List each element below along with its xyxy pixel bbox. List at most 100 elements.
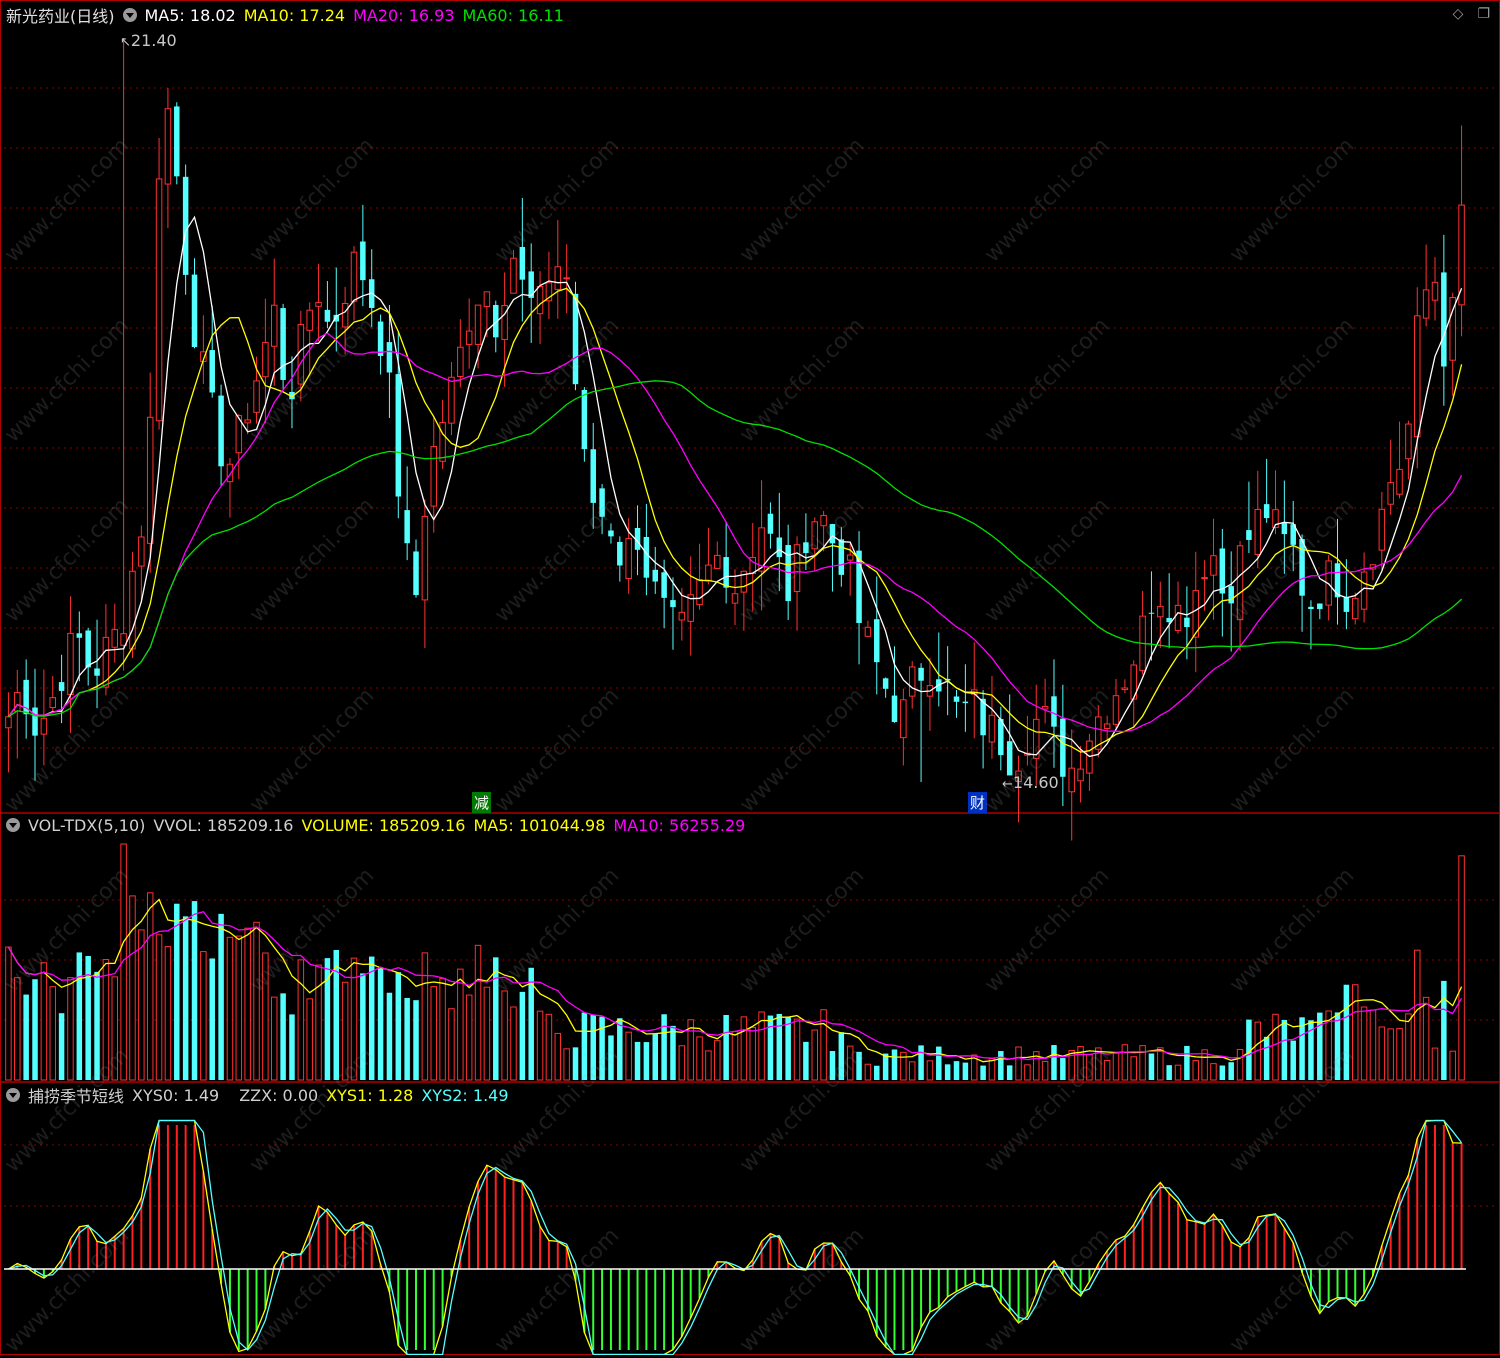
restore-icon[interactable]: ❐ <box>1477 6 1490 22</box>
candle-up <box>430 446 437 507</box>
volume-bar-up <box>563 1048 570 1081</box>
ma20-line <box>7 332 1463 733</box>
xys2-line <box>8 1119 1463 1355</box>
volume-bar-down <box>1060 1058 1066 1080</box>
volume-bar-down <box>643 1042 650 1080</box>
volume-bar-down <box>1334 1012 1341 1080</box>
volume-bar-up <box>1360 1006 1368 1081</box>
candle-down <box>209 350 215 393</box>
candle-up <box>155 178 163 422</box>
candle-up <box>439 422 446 462</box>
candle-up <box>1157 605 1164 618</box>
volume-bar-down <box>1051 1045 1057 1080</box>
volume-bar-down <box>767 1015 774 1080</box>
candle-up <box>1254 509 1262 555</box>
candle-up <box>297 323 305 385</box>
volume-bar-down <box>829 1051 836 1080</box>
volume-bar-down <box>209 958 215 1080</box>
candle-up <box>1174 604 1182 631</box>
low-price-label: ←14.60 <box>1002 773 1059 792</box>
candle-down <box>1246 530 1252 540</box>
candle-down <box>1343 596 1350 612</box>
volume-bar-down <box>1299 1017 1305 1080</box>
candle-up <box>864 626 872 637</box>
event-tag-cai[interactable]: 财 <box>968 792 988 813</box>
ma60-value: MA60: 16.11 <box>462 5 564 25</box>
volume-bar-down <box>94 971 100 1080</box>
volume-bar-down <box>1290 1040 1296 1080</box>
volume-bar-down <box>661 1014 667 1080</box>
candle-up <box>678 611 686 621</box>
candle-up <box>146 416 154 544</box>
volume-bar-up <box>483 986 491 1081</box>
candle-down <box>519 246 526 280</box>
volume-bar-down <box>944 1064 951 1080</box>
indicator-name[interactable]: 捕捞季节短线 <box>28 1083 124 1107</box>
volume-bar-up <box>155 934 163 1081</box>
volume-bar-down <box>289 1014 295 1080</box>
candle-down <box>280 308 286 380</box>
candle-up <box>457 346 464 378</box>
ma10-line <box>7 287 1463 753</box>
candle-up <box>253 380 260 413</box>
candle-down <box>643 536 650 578</box>
volume-bar-up <box>926 1060 934 1081</box>
volume-bar-up <box>510 1006 517 1081</box>
volume-bar-down <box>404 997 410 1080</box>
candle-up <box>67 632 74 696</box>
stock-title[interactable]: 新光药业(日线) <box>6 3 115 27</box>
volume-bar-down <box>280 993 286 1080</box>
volume-bar-up <box>988 1058 996 1081</box>
candle-up <box>846 554 854 561</box>
candle-up <box>1041 705 1049 710</box>
volume-bar-down <box>998 1051 1004 1080</box>
candle-up <box>1236 545 1244 621</box>
candle-down <box>1281 522 1288 535</box>
volume-bar-up <box>1103 1059 1111 1081</box>
volume-bar-up <box>262 952 269 1081</box>
panel-menu-icon[interactable] <box>6 818 20 832</box>
zzx-value: ZZX: 0.00 <box>239 1085 319 1105</box>
volume-bar-up <box>457 968 464 1081</box>
candle-up <box>1387 482 1394 505</box>
volume-bar-up <box>306 998 313 1081</box>
candle-up <box>1112 695 1120 725</box>
volume-bar-down <box>1343 984 1350 1080</box>
volume-value: VOLUME: 185209.16 <box>301 815 466 835</box>
candle-down <box>670 600 676 608</box>
volume-bar-down <box>918 1045 924 1080</box>
candle-up <box>1351 598 1359 620</box>
panel-menu-icon[interactable] <box>122 8 137 22</box>
candle-up <box>714 554 721 569</box>
panel-menu-icon[interactable] <box>6 1088 20 1102</box>
candle-down <box>599 488 605 517</box>
volume-bar-down <box>1219 1065 1226 1080</box>
volume-bar-up <box>536 1010 544 1081</box>
candle-up <box>306 309 313 331</box>
chart-canvas[interactable] <box>0 0 1500 1355</box>
vol-indicator-name[interactable]: VOL-TDX(5,10) <box>28 816 145 835</box>
candle-up <box>820 514 827 527</box>
volume-bar-down <box>723 1014 729 1080</box>
volume-bar-down <box>182 916 189 1080</box>
candle-up <box>1201 577 1208 580</box>
volume-bar-up <box>421 952 429 1081</box>
event-tag-jian[interactable]: 减 <box>472 792 492 813</box>
diamond-icon[interactable]: ◇ <box>1453 6 1464 22</box>
candle-up <box>1121 687 1129 691</box>
candle-up <box>510 257 517 294</box>
volume-bar-down <box>174 903 180 1080</box>
volume-bar-up <box>102 959 110 1081</box>
candle-up <box>421 515 429 601</box>
volume-bar-up <box>341 981 349 1081</box>
candle-up <box>536 285 544 315</box>
volume-bar-up <box>1041 1060 1049 1081</box>
candle-up <box>1378 508 1386 551</box>
volume-bar-up <box>5 946 12 1081</box>
ma20-value: MA20: 16.93 <box>353 5 455 25</box>
volume-bar-up <box>350 957 358 1081</box>
volume-bar-up <box>1157 1047 1164 1081</box>
volume-bar-up <box>1174 1064 1182 1081</box>
candle-down <box>962 701 969 704</box>
candle-up <box>900 699 907 739</box>
